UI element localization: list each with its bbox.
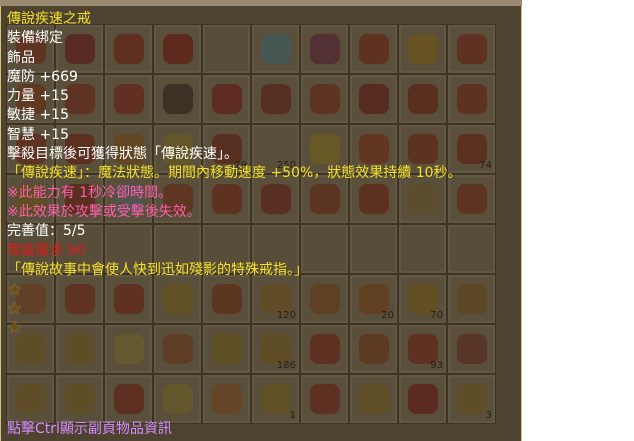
effect-trigger: 擊殺目標後可獲得狀態「傳說疾速」。: [7, 146, 238, 163]
effect-detail: 「傳說疾速」：魔法狀態。期間內移動速度 +50%，狀態效果持續 10秒。: [7, 165, 462, 182]
item-tooltip: 傳說疾速之戒 裝備綁定 飾品 魔防 +669 力量 +15 敏捷 +15 智慧 …: [0, 6, 522, 441]
stat-agility: 敏捷 +15: [7, 107, 69, 124]
completion-value: 完善值：5/5: [7, 223, 86, 240]
star-icon: ★: [7, 299, 23, 320]
footer-hint: 點擊Ctrl顯示副頁物品資訊: [7, 420, 172, 437]
level-requirement: 等級需求 90: [7, 242, 86, 259]
stat-strength: 力量 +15: [7, 88, 69, 105]
item-lore: 「傳說故事中會使人快到迅如殘影的特殊戒指。」: [7, 261, 308, 278]
item-binding: 裝備綁定: [7, 30, 63, 47]
star-icon: ★: [7, 280, 23, 301]
cooldown-note: ※此能力有 1秒冷卻時間。: [7, 184, 173, 201]
star-icon: ★: [7, 318, 23, 339]
expire-note: ※此效果於攻擊或受擊後失效。: [7, 203, 201, 220]
star-rating: ★ ★ ★: [7, 281, 515, 338]
stat-magic-defense: 魔防 +669: [7, 68, 78, 85]
stat-wisdom: 智慧 +15: [7, 126, 69, 143]
item-name: 傳說疾速之戒: [7, 11, 91, 27]
item-category: 飾品: [7, 49, 35, 66]
